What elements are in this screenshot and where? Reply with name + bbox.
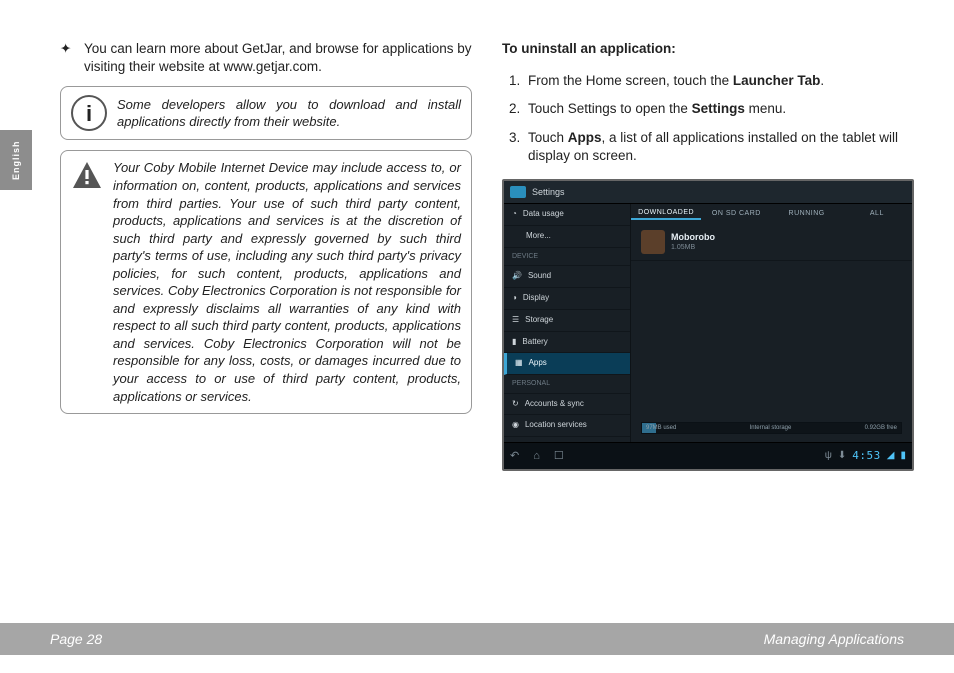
app-row-moborobo[interactable]: Moborobo 1.05MB xyxy=(631,224,912,261)
sidebar-item-display[interactable]: ◑ Display xyxy=(504,288,630,310)
apps-tabs: DOWNLOADED ON SD CARD RUNNING ALL xyxy=(631,204,912,224)
status-wifi-icon: ◢ xyxy=(887,449,895,463)
uninstall-heading: To uninstall an application: xyxy=(502,40,914,58)
page-footer: Page 28 Managing Applications xyxy=(0,623,954,655)
sidebar-item-more[interactable]: More... xyxy=(504,226,630,248)
tab-running[interactable]: RUNNING xyxy=(772,209,842,218)
warning-icon xyxy=(71,159,103,191)
step-3: Touch Apps, a list of all applications i… xyxy=(524,129,914,165)
uninstall-steps: From the Home screen, touch the Launcher… xyxy=(502,72,914,165)
storage-usage-bar: 97MB used Internal storage 0.92GB free xyxy=(641,422,902,434)
sidebar-section-device: DEVICE xyxy=(504,248,630,266)
tab-on-sd-card[interactable]: ON SD CARD xyxy=(701,209,771,218)
nav-recent-icon[interactable]: ☐ xyxy=(554,449,564,464)
right-column: To uninstall an application: From the Ho… xyxy=(502,40,914,593)
status-usb-icon: ψ xyxy=(825,449,832,463)
tab-all[interactable]: ALL xyxy=(842,209,912,218)
sidebar-item-apps[interactable]: ▦ Apps xyxy=(504,353,630,375)
sidebar-item-accounts[interactable]: ↻ Accounts & sync xyxy=(504,394,630,416)
status-download-icon: ⬇ xyxy=(838,449,846,463)
status-clock: 4:53 xyxy=(852,449,881,464)
sidebar-item-data-usage[interactable]: ◔ Data usage xyxy=(504,204,630,226)
storage-label: Internal storage xyxy=(750,424,792,432)
app-icon xyxy=(641,230,665,254)
left-column: ✦ You can learn more about GetJar, and b… xyxy=(60,40,472,593)
nav-home-icon[interactable]: ⌂ xyxy=(533,449,540,464)
info-callout-text: Some developers allow you to download an… xyxy=(117,96,461,131)
nav-back-icon[interactable]: ↶ xyxy=(510,449,519,464)
page-number: Page 28 xyxy=(50,631,102,647)
storage-free: 0.92GB free xyxy=(865,424,897,432)
sidebar-item-location[interactable]: ◉ Location services xyxy=(504,415,630,437)
bullet-text: You can learn more about GetJar, and bro… xyxy=(84,40,472,76)
sidebar-item-sound[interactable]: 🔊 Sound xyxy=(504,266,630,288)
settings-app-icon xyxy=(510,186,526,198)
sidebar-item-storage[interactable]: ☰ Storage xyxy=(504,310,630,332)
manual-page: English ✦ You can learn more about GetJa… xyxy=(0,0,954,673)
step-1: From the Home screen, touch the Launcher… xyxy=(524,72,914,90)
storage-used: 97MB used xyxy=(646,424,676,432)
app-size: 1.05MB xyxy=(671,243,715,252)
warning-callout-text: Your Coby Mobile Internet Device may inc… xyxy=(113,159,461,405)
warning-callout: Your Coby Mobile Internet Device may inc… xyxy=(60,150,472,414)
language-tab: English xyxy=(0,130,32,190)
settings-main-pane: DOWNLOADED ON SD CARD RUNNING ALL Moboro… xyxy=(631,204,912,442)
tab-downloaded[interactable]: DOWNLOADED xyxy=(631,208,701,219)
bullet-symbol: ✦ xyxy=(60,40,74,76)
section-title: Managing Applications xyxy=(764,631,904,647)
screenshot-titlebar: Settings xyxy=(504,181,912,204)
screenshot-title: Settings xyxy=(532,186,565,198)
status-battery-icon: ▮ xyxy=(900,449,906,463)
sidebar-section-personal: PERSONAL xyxy=(504,375,630,393)
bullet-getjar: ✦ You can learn more about GetJar, and b… xyxy=(60,40,472,76)
android-nav-bar: ↶ ⌂ ☐ ψ ⬇ 4:53 ◢ ▮ xyxy=(504,442,912,469)
app-name: Moborobo xyxy=(671,231,715,243)
settings-sidebar: ◔ Data usage More... DEVICE 🔊 Sound ◑ Di… xyxy=(504,204,631,442)
step-2: Touch Settings to open the Settings menu… xyxy=(524,100,914,118)
two-column-content: ✦ You can learn more about GetJar, and b… xyxy=(60,40,914,593)
info-callout: i Some developers allow you to download … xyxy=(60,86,472,140)
info-icon: i xyxy=(71,95,107,131)
tablet-screenshot: Settings ◔ Data usage More... DEVICE 🔊 S… xyxy=(502,179,914,471)
sidebar-item-battery[interactable]: ▮ Battery xyxy=(504,332,630,354)
